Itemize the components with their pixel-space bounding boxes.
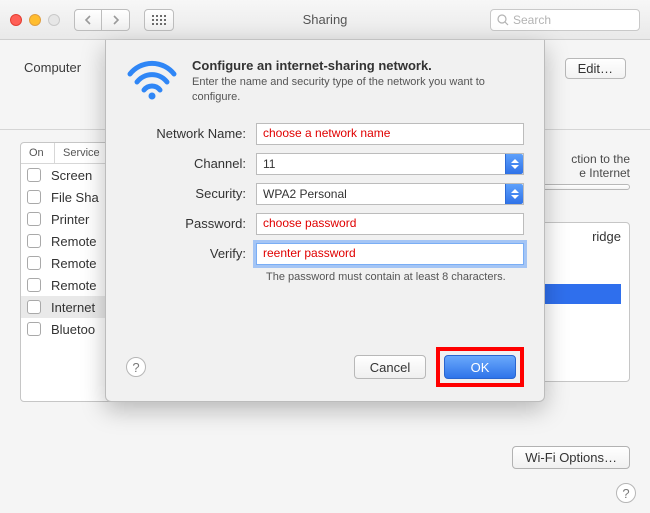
service-label: Printer [51,212,89,227]
configure-sheet: Configure an internet-sharing network. E… [105,40,545,402]
security-select[interactable]: WPA2 Personal [256,183,524,205]
search-input[interactable]: Search [490,9,640,31]
service-label: Remote [51,256,97,271]
ok-button[interactable]: OK [444,355,516,379]
channel-value: 11 [263,157,275,171]
stepper-icon [505,184,523,204]
cancel-button[interactable]: Cancel [354,355,426,379]
edit-button[interactable]: Edit… [565,58,626,79]
password-field[interactable]: choose password [256,213,524,235]
service-checkbox[interactable] [27,190,41,204]
service-label: Internet [51,300,95,315]
sheet-title: Configure an internet-sharing network. [192,58,524,73]
chevron-left-icon [84,15,92,25]
show-all-button[interactable] [144,9,174,31]
wifi-icon [126,58,178,105]
security-value: WPA2 Personal [263,187,347,201]
sheet-footer: ? Cancel OK [126,347,524,387]
verify-field[interactable]: reenter password [256,243,524,265]
chevron-right-icon [112,15,120,25]
service-checkbox[interactable] [27,322,41,336]
nav-buttons [74,9,130,31]
service-checkbox[interactable] [27,212,41,226]
help-icon: ? [622,486,629,501]
close-icon[interactable] [10,14,22,26]
sheet-form: Network Name: choose a network name Chan… [126,123,524,283]
service-label: Remote [51,278,97,293]
sheet-help-button[interactable]: ? [126,357,146,377]
ok-highlight: OK [436,347,524,387]
zoom-icon [48,14,60,26]
search-placeholder: Search [513,13,551,27]
col-on: On [21,143,55,163]
verify-label: Verify: [126,246,256,261]
network-name-label: Network Name: [126,126,256,141]
grid-icon [152,15,166,25]
service-label: Bluetoo [51,322,95,337]
password-label: Password: [126,216,256,231]
service-checkbox[interactable] [27,256,41,270]
help-button[interactable]: ? [616,483,636,503]
wifi-options-button[interactable]: Wi-Fi Options… [512,446,630,469]
sheet-subtitle: Enter the name and security type of the … [192,75,524,105]
stepper-icon [505,154,523,174]
service-label: Remote [51,234,97,249]
forward-button[interactable] [102,9,130,31]
service-label: Screen [51,168,92,183]
minimize-icon[interactable] [29,14,41,26]
service-checkbox[interactable] [27,234,41,248]
computer-name-label: Computer [24,60,81,75]
channel-label: Channel: [126,156,256,171]
service-checkbox[interactable] [27,278,41,292]
back-button[interactable] [74,9,102,31]
security-label: Security: [126,186,256,201]
service-checkbox[interactable] [27,168,41,182]
channel-select[interactable]: 11 [256,153,524,175]
network-name-field[interactable]: choose a network name [256,123,524,145]
service-checkbox[interactable] [27,300,41,314]
service-label: File Sha [51,190,99,205]
password-hint: The password must contain at least 8 cha… [266,271,524,283]
help-icon: ? [132,360,139,375]
window-controls [10,14,60,26]
search-icon [497,14,509,26]
titlebar: Sharing Search [0,0,650,40]
